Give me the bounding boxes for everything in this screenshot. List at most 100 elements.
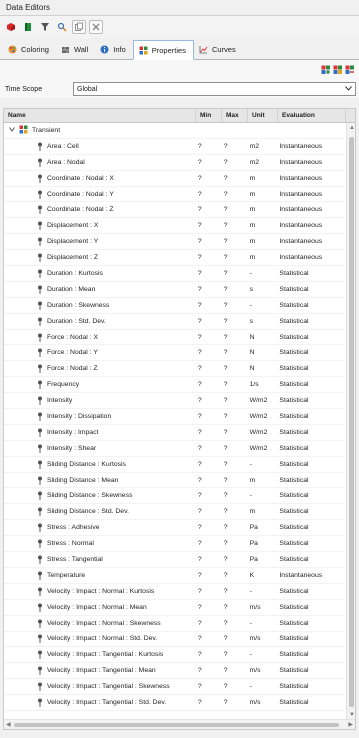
add-property-icon[interactable] — [321, 65, 331, 75]
remove-property-icon[interactable] — [345, 65, 355, 75]
property-max[interactable]: ? — [221, 334, 247, 341]
property-min[interactable]: ? — [195, 222, 221, 229]
property-max[interactable]: ? — [221, 397, 247, 404]
property-min[interactable]: ? — [195, 667, 221, 674]
property-min[interactable]: ? — [195, 651, 221, 658]
property-max[interactable]: ? — [221, 254, 247, 261]
property-row[interactable]: Duration : Mean?? s Statistical — [4, 282, 344, 298]
property-max[interactable]: ? — [221, 620, 247, 627]
horizontal-scroll-thumb[interactable] — [14, 723, 339, 727]
property-row[interactable]: Velocity : Impact : Normal : Kurtosis?? -… — [4, 584, 344, 600]
vertical-scrollbar[interactable]: ▲ ▼ — [346, 123, 355, 719]
property-max[interactable]: ? — [221, 540, 247, 547]
tab-wall[interactable]: Wall — [56, 40, 95, 59]
property-max[interactable]: ? — [221, 699, 247, 706]
property-min[interactable]: ? — [195, 191, 221, 198]
property-row[interactable]: Intensity : Impact?? W/m2 Statistical — [4, 425, 344, 441]
property-row[interactable]: Coordinate : Nodal : X?? m Instantaneous — [4, 171, 344, 187]
property-row[interactable]: Stress : Adhesive?? Pa Statistical — [4, 520, 344, 537]
scroll-down-icon[interactable]: ▼ — [349, 712, 355, 718]
group-row-transient[interactable]: Transient — [4, 123, 344, 139]
column-header-min[interactable]: Min — [196, 109, 222, 122]
property-row[interactable]: Velocity : Impact : Tangential : Skewnes… — [4, 679, 344, 696]
property-row[interactable]: Duration : Skewness?? - Statistical — [4, 298, 344, 314]
property-row[interactable]: Intensity : Dissipation?? W/m2 Statistical — [4, 409, 344, 425]
column-header-unit[interactable]: Unit — [248, 109, 278, 122]
property-min[interactable]: ? — [195, 175, 221, 182]
property-row[interactable]: Sliding Distance : Kurtosis?? - Statistica… — [4, 457, 344, 473]
find-icon[interactable] — [55, 20, 69, 34]
vertical-scroll-thumb[interactable] — [349, 137, 354, 707]
property-max[interactable]: ? — [221, 445, 247, 452]
property-max[interactable]: ? — [221, 175, 247, 182]
property-max[interactable]: ? — [221, 667, 247, 674]
property-row[interactable]: Intensity : Shear?? W/m2 Statistical — [4, 441, 344, 457]
property-min[interactable]: ? — [195, 620, 221, 627]
copy-icon[interactable] — [72, 20, 86, 34]
property-row[interactable]: Velocity : Impact : Normal : Mean?? m/s St… — [4, 600, 344, 616]
column-header-name[interactable]: Name — [4, 109, 196, 122]
property-row[interactable]: Force : Nodal : Z?? N Statistical — [4, 361, 344, 378]
property-min[interactable]: ? — [195, 349, 221, 356]
property-max[interactable]: ? — [221, 556, 247, 563]
property-max[interactable]: ? — [221, 318, 247, 325]
property-row[interactable]: Coordinate : Nodal : Z?? m Instantaneous — [4, 202, 344, 219]
property-max[interactable]: ? — [221, 604, 247, 611]
property-row[interactable]: Velocity : Impact : Tangential : Std. De… — [4, 695, 344, 711]
property-max[interactable]: ? — [221, 524, 247, 531]
property-min[interactable]: ? — [195, 334, 221, 341]
property-min[interactable]: ? — [195, 604, 221, 611]
property-row[interactable]: Sliding Distance : Mean?? m Statistical — [4, 473, 344, 489]
property-row[interactable]: Displacement : Y?? m Instantaneous — [4, 234, 344, 251]
green-book-icon[interactable] — [21, 20, 35, 34]
property-row[interactable]: Temperature?? K Instantaneous — [4, 568, 344, 584]
property-max[interactable]: ? — [221, 635, 247, 642]
property-row[interactable]: Displacement : Z?? m Instantaneous — [4, 250, 344, 267]
property-row[interactable]: Area : Nodal?? m2 Instantaneous — [4, 155, 344, 171]
delete-icon[interactable] — [89, 20, 103, 34]
property-min[interactable]: ? — [195, 461, 221, 468]
property-min[interactable]: ? — [195, 286, 221, 293]
property-min[interactable]: ? — [195, 365, 221, 372]
property-min[interactable]: ? — [195, 699, 221, 706]
property-min[interactable]: ? — [195, 572, 221, 579]
property-min[interactable]: ? — [195, 238, 221, 245]
property-max[interactable]: ? — [221, 191, 247, 198]
property-row[interactable]: Stress : Tangential?? Pa Statistical — [4, 552, 344, 568]
column-header-max[interactable]: Max — [222, 109, 248, 122]
property-row[interactable]: Area : Cell?? m2 Instantaneous — [4, 139, 344, 155]
property-min[interactable]: ? — [195, 159, 221, 166]
property-min[interactable]: ? — [195, 683, 221, 690]
property-max[interactable]: ? — [221, 683, 247, 690]
property-max[interactable]: ? — [221, 492, 247, 499]
property-row[interactable]: Sliding Distance : Skewness?? - Statistica… — [4, 488, 344, 505]
property-min[interactable]: ? — [195, 413, 221, 420]
time-scope-select[interactable]: Global — [73, 82, 356, 96]
property-row[interactable]: Frequency?? 1/s Statistical — [4, 377, 344, 394]
property-max[interactable]: ? — [221, 651, 247, 658]
red-cube-icon[interactable] — [4, 20, 18, 34]
scroll-left-icon[interactable]: ◀ — [6, 721, 11, 728]
property-min[interactable]: ? — [195, 445, 221, 452]
property-max[interactable]: ? — [221, 270, 247, 277]
scroll-up-icon[interactable]: ▲ — [349, 125, 355, 131]
property-max[interactable]: ? — [221, 222, 247, 229]
property-max[interactable]: ? — [221, 159, 247, 166]
expand-arrow-icon[interactable] — [9, 127, 15, 134]
property-row[interactable]: Displacement : X?? m Instantaneous — [4, 218, 344, 235]
property-min[interactable]: ? — [195, 397, 221, 404]
property-min[interactable]: ? — [195, 318, 221, 325]
horizontal-scrollbar[interactable]: ◀ ▶ — [4, 719, 355, 729]
property-min[interactable]: ? — [195, 508, 221, 515]
property-row[interactable]: Sliding Distance : Std. Dev.?? m Statistic… — [4, 504, 344, 521]
property-min[interactable]: ? — [195, 588, 221, 595]
property-row[interactable]: Duration : Std. Dev.?? s Statistical — [4, 314, 344, 330]
property-min[interactable]: ? — [195, 540, 221, 547]
tab-curves[interactable]: Curves — [194, 40, 243, 59]
property-max[interactable]: ? — [221, 588, 247, 595]
property-max[interactable]: ? — [221, 143, 247, 150]
property-max[interactable]: ? — [221, 365, 247, 372]
property-min[interactable]: ? — [195, 524, 221, 531]
property-min[interactable]: ? — [195, 492, 221, 499]
property-max[interactable]: ? — [221, 381, 247, 388]
